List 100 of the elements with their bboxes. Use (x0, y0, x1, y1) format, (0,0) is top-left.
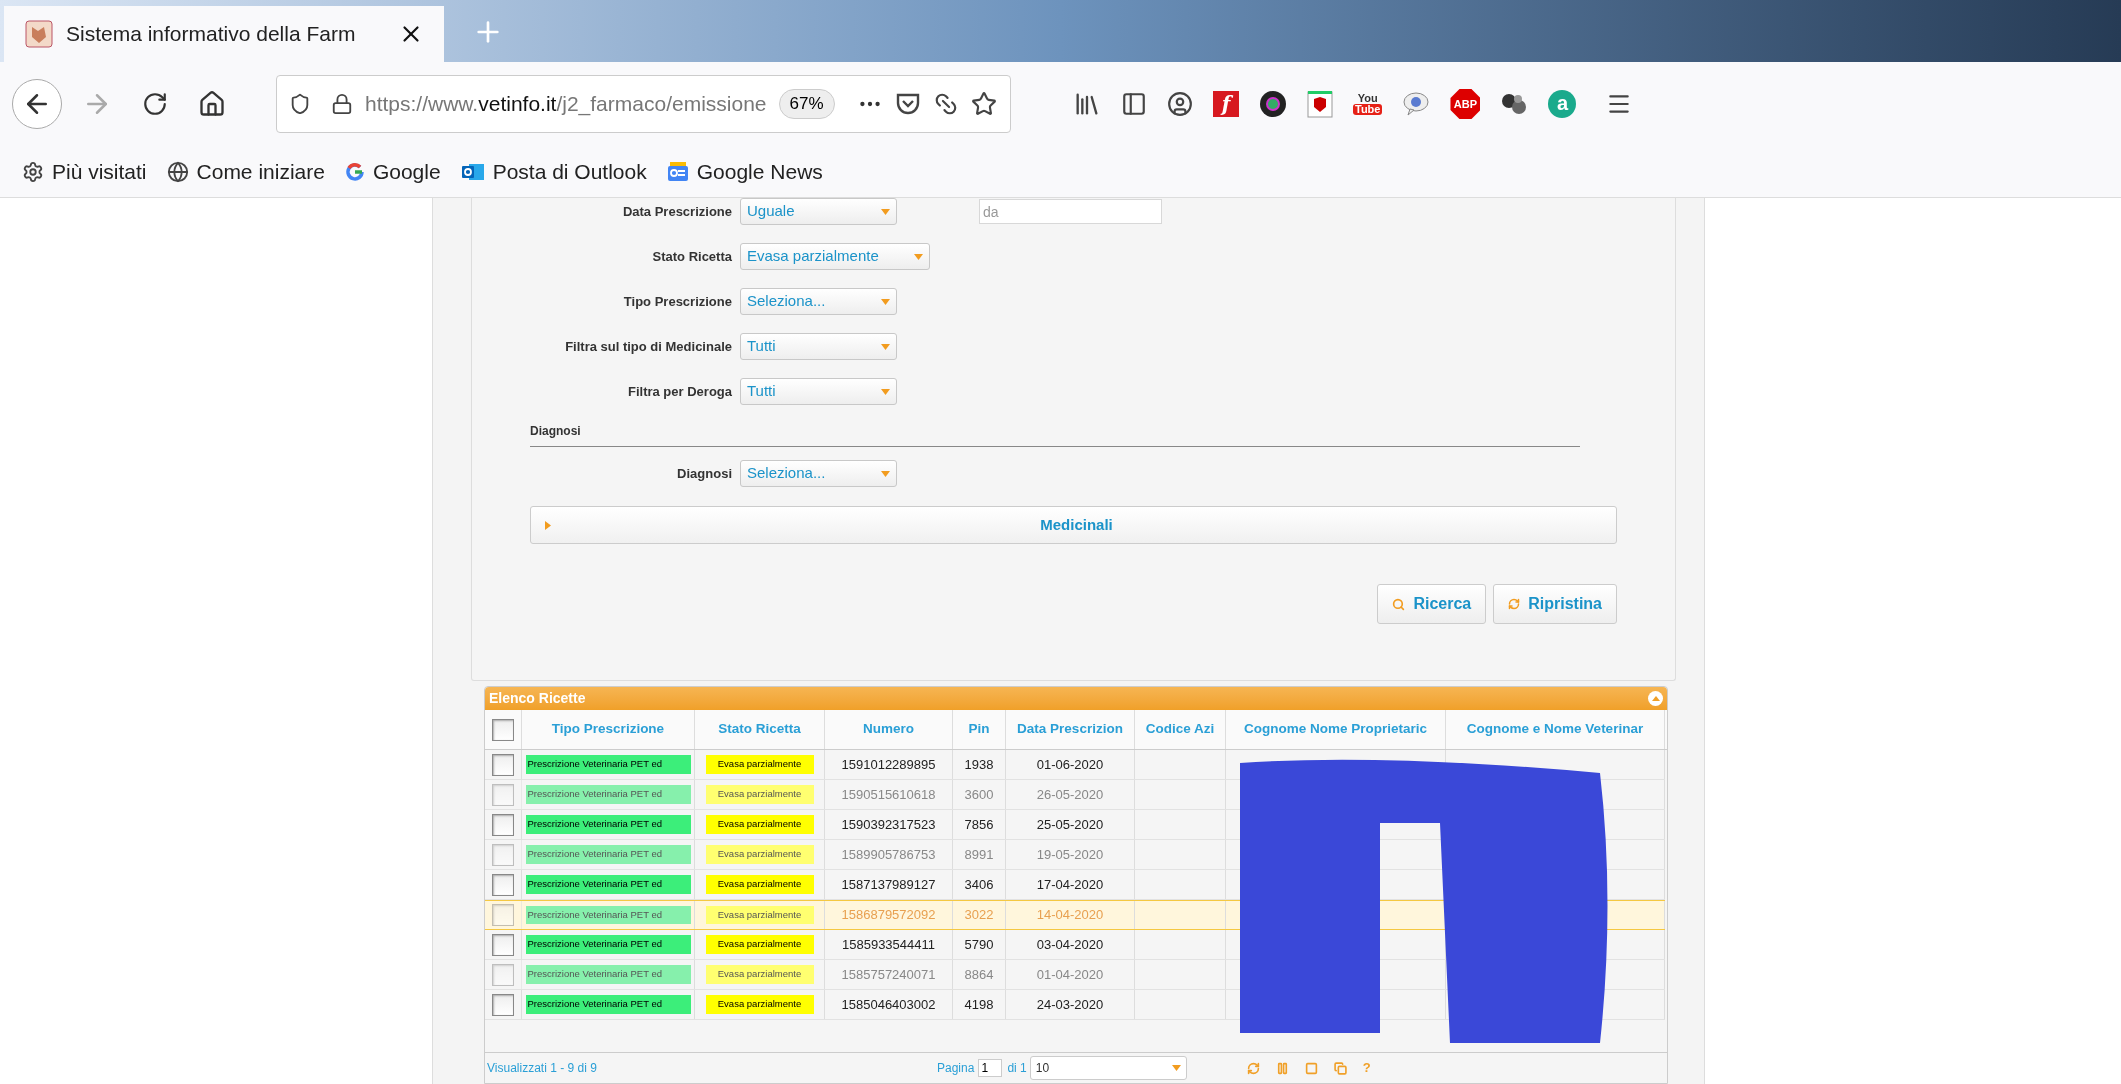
status-tag: Evasa parzialmente (705, 755, 814, 774)
table-row[interactable]: Prescrizione Veterinaria PET ed Evasa parzialmente 1586879572092 3022 14-04-2020 (485, 900, 1226, 930)
table-row[interactable]: Prescrizione Veterinaria PET ed Evasa parzialmente 1585757240071 8864 01-04-2020 (485, 960, 1226, 990)
dropdown-select[interactable]: Seleziona... (740, 460, 897, 487)
row-checkbox[interactable] (492, 933, 514, 956)
prescription-type-tag: Prescrizione Veterinaria PET ed (525, 905, 691, 925)
shield-icon[interactable] (289, 93, 311, 115)
records-summary: Visualizzati 1 - 9 di 9 (487, 1060, 598, 1077)
grid-title: Elenco Ricette (489, 689, 586, 708)
pocket-icon[interactable] (894, 92, 921, 116)
bookmark-item[interactable]: Posta di Outlook (460, 155, 647, 188)
camera-lens-icon[interactable] (1259, 90, 1287, 118)
table-cell: 3406 (953, 870, 1006, 899)
date-input-field[interactable]: da (979, 199, 1162, 224)
row-checkbox[interactable] (492, 873, 514, 896)
lock-icon[interactable] (331, 93, 353, 115)
bookmark-item[interactable]: Più visitati (22, 155, 147, 188)
prescription-type-tag: Prescrizione Veterinaria PET ed (525, 785, 691, 804)
url-text: https://www.vetinfo.it/j2_farmaco/emissione (365, 91, 767, 118)
status-tag: Evasa parzialmente (705, 875, 814, 894)
column-header[interactable]: Pin (953, 710, 1006, 749)
table-cell: 1585046403002 (825, 990, 953, 1019)
tab-title: Sistema informativo della Farm (66, 21, 357, 48)
prescription-type-tag: Prescrizione Veterinaria PET ed (525, 965, 691, 984)
status-tag: Evasa parzialmente (705, 845, 814, 864)
table-cell: 1586879572092 (825, 901, 953, 929)
page-label: Pagina (937, 1060, 975, 1077)
table-cell: 01-04-2020 (1006, 960, 1135, 989)
table-row[interactable]: Prescrizione Veterinaria PET ed Evasa parzialmente 1591012289895 1938 01-06-2020 (485, 750, 1226, 780)
bookmark-item[interactable]: Google (344, 155, 441, 188)
table-cell: 8991 (953, 840, 1006, 869)
reload-icon[interactable] (142, 91, 168, 117)
dropdown-select[interactable]: Tutti (740, 333, 897, 360)
table-row[interactable]: Prescrizione Veterinaria PET ed Evasa parzialmente 1589905786753 8991 19-05-2020 (485, 840, 1226, 870)
pause-icon[interactable] (1275, 1061, 1289, 1075)
refresh-icon[interactable] (1246, 1061, 1260, 1075)
zoom-level[interactable]: 67% (778, 89, 835, 119)
section-heading: Diagnosi (530, 424, 581, 438)
column-header[interactable]: Data Prescrizion (1006, 710, 1135, 749)
address-bar[interactable]: https://www.vetinfo.it/j2_farmaco/emissione 67% (276, 75, 1011, 133)
dropdown-select[interactable]: Seleziona... (740, 288, 897, 315)
collapse-arrow-icon (1651, 696, 1660, 701)
column-header[interactable]: Numero (825, 710, 953, 749)
bookmark-item[interactable]: Come iniziare (166, 155, 325, 188)
table-cell: 1589905786753 (825, 840, 953, 869)
back-button[interactable] (12, 79, 62, 129)
bookmark-item[interactable]: Google News (666, 155, 823, 188)
form-button[interactable]: Ricerca (1377, 584, 1487, 624)
account-icon[interactable] (1167, 91, 1193, 117)
table-cell: 1585933544411 (825, 930, 953, 959)
globe-icon (166, 160, 189, 183)
dropdown-select[interactable]: Uguale (740, 198, 897, 225)
caret-icon (881, 298, 890, 305)
table-row[interactable]: Prescrizione Veterinaria PET ed Evasa parzialmente 1590392317523 7856 25-05-2020 (485, 810, 1226, 840)
table-cell: 1587137989127 (825, 870, 953, 899)
medicinali-accordion[interactable]: Medicinali (530, 506, 1617, 544)
bookmark-star-icon[interactable] (970, 91, 997, 117)
table-cell: 1590392317523 (825, 810, 953, 839)
caret-icon (914, 253, 923, 260)
page-size-select[interactable]: 10 (1029, 1056, 1187, 1080)
row-checkbox[interactable] (492, 718, 514, 741)
shield-extension-icon[interactable] (1307, 90, 1333, 118)
table-cell: 26-05-2020 (1006, 780, 1135, 809)
letter-extension-icon[interactable]: a (1548, 90, 1577, 118)
flash-extension-icon[interactable]: f (1213, 91, 1239, 117)
column-header[interactable]: Cognome e Nome Veterinar (1446, 710, 1665, 749)
windows-icon[interactable] (1333, 1061, 1347, 1075)
prescription-type-tag: Prescrizione Veterinaria PET ed (525, 755, 691, 774)
field-label: Filtra per Deroga (627, 382, 732, 401)
table-cell: 19-05-2020 (1006, 840, 1135, 869)
table-row[interactable]: Prescrizione Veterinaria PET ed Evasa parzialmente 1585933544411 5790 03-04-2020 (485, 930, 1226, 960)
speech-bubble-icon[interactable] (1402, 91, 1431, 117)
prescription-type-tag: Prescrizione Veterinaria PET ed (525, 845, 691, 864)
caret-icon (881, 470, 890, 477)
square-icon[interactable] (1304, 1061, 1318, 1075)
table-row[interactable]: Prescrizione Veterinaria PET ed Evasa parzialmente 1585046403002 4198 24-03-2020 (485, 990, 1226, 1020)
page-number-field[interactable]: 1 (978, 1059, 1003, 1077)
home-icon[interactable] (198, 90, 226, 118)
dropdown-select[interactable]: Tutti (740, 378, 897, 405)
spheres-icon[interactable] (1500, 91, 1529, 117)
column-header[interactable]: Tipo Prescrizione (522, 710, 695, 749)
row-checkbox[interactable] (492, 813, 514, 836)
dropdown-select[interactable]: Evasa parzialmente (740, 243, 930, 270)
status-tag: Evasa parzialmente (705, 815, 814, 834)
status-tag: Evasa parzialmente (705, 905, 814, 925)
column-header[interactable]: Stato Ricetta (695, 710, 825, 749)
table-cell: 01-06-2020 (1006, 750, 1135, 779)
prescription-type-tag: Prescrizione Veterinaria PET ed (525, 995, 691, 1014)
table-row[interactable]: Prescrizione Veterinaria PET ed Evasa parzialmente 1590515610618 3600 26-05-2020 (485, 780, 1226, 810)
abp-extension-icon[interactable]: ABP (1450, 89, 1481, 119)
collapse-button[interactable] (1648, 691, 1663, 706)
sidebar-icon[interactable] (1121, 91, 1147, 117)
row-checkbox[interactable] (492, 753, 514, 776)
row-checkbox[interactable] (492, 993, 514, 1016)
form-button[interactable]: Ripristina (1493, 584, 1617, 624)
table-cell: 24-03-2020 (1006, 990, 1135, 1019)
table-cell: 1585757240071 (825, 960, 953, 989)
column-header[interactable]: Cognome Nome Proprietaric (1226, 710, 1446, 749)
column-header[interactable]: Codice Azi (1135, 710, 1226, 749)
browser-tab[interactable]: Sistema informativo della Farm (4, 6, 444, 62)
